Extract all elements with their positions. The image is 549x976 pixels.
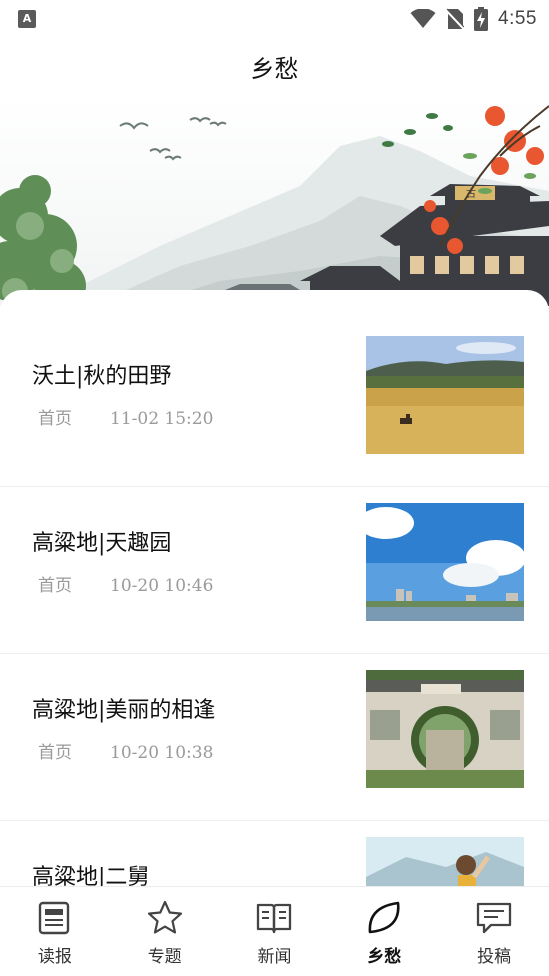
nav-item-nostalgia[interactable]: 乡愁 [329, 887, 439, 976]
article-thumbnail [366, 837, 524, 888]
nav-item-topics[interactable]: 专题 [110, 887, 220, 976]
article-source: 首页 [38, 576, 72, 596]
nav-label: 专题 [147, 947, 182, 967]
article-meta: 首页 11-02 15:20 [38, 404, 213, 429]
article-thumbnail [366, 503, 524, 621]
article-time: 15:20 [164, 409, 214, 429]
nav-item-submit[interactable]: 投稿 [439, 887, 549, 976]
status-bar: A 4:55 [0, 0, 549, 38]
article-source: 首页 [38, 743, 72, 763]
article-source: 首页 [38, 409, 72, 429]
article-title: 高粱地|天趣园 [32, 531, 172, 556]
article-date: 10-20 [110, 576, 160, 596]
battery-charging-icon [474, 7, 489, 31]
article-list: 沃土|秋的田野 首页 11-02 15:20 高粱地|天趣园 首页 10-20 [0, 320, 549, 888]
no-sim-icon [446, 8, 465, 30]
leaf-icon [368, 901, 400, 934]
wifi-icon [410, 9, 436, 28]
article-meta: 首页 10-20 10:38 [38, 738, 213, 763]
banner-image: 古 [0, 96, 549, 306]
article-title: 沃土|秋的田野 [32, 364, 172, 389]
nav-item-news[interactable]: 新闻 [220, 887, 330, 976]
article-time: 10:46 [164, 576, 214, 596]
article-title: 高粱地|美丽的相逢 [32, 698, 216, 723]
star-icon [147, 900, 182, 934]
app-notification-icon: A [18, 10, 36, 28]
article-time: 10:38 [164, 743, 214, 763]
article-thumbnail [366, 336, 524, 454]
message-icon [476, 902, 512, 934]
article-title: 高粱地|二舅 [32, 865, 150, 888]
nav-label: 读报 [37, 947, 72, 967]
article-date: 11-02 [110, 409, 160, 429]
status-indicators: 4:55 [410, 6, 537, 32]
status-time: 4:55 [498, 8, 537, 29]
nav-item-read-paper[interactable]: 读报 [0, 887, 110, 976]
page-header: 乡愁 [0, 38, 549, 100]
article-thumbnail [366, 670, 524, 788]
article-item[interactable]: 高粱地|天趣园 首页 10-20 10:46 [0, 487, 549, 654]
nav-label: 投稿 [477, 947, 512, 967]
nav-label: 乡愁 [367, 947, 402, 967]
article-date: 10-20 [110, 743, 160, 763]
article-item[interactable]: 高粱地|二舅 [0, 821, 549, 888]
article-meta: 首页 10-20 10:46 [38, 571, 213, 596]
page-title: 乡愁 [250, 55, 299, 83]
article-item[interactable]: 沃土|秋的田野 首页 11-02 15:20 [0, 320, 549, 487]
nav-label: 新闻 [257, 947, 292, 967]
bottom-navigation: 读报 专题 新闻 乡愁 投稿 [0, 886, 549, 976]
article-list-card: 沃土|秋的田野 首页 11-02 15:20 高粱地|天趣园 首页 10-20 [0, 290, 549, 888]
newspaper-icon [38, 901, 70, 935]
open-book-icon [257, 903, 292, 934]
article-item[interactable]: 高粱地|美丽的相逢 首页 10-20 10:38 [0, 654, 549, 821]
